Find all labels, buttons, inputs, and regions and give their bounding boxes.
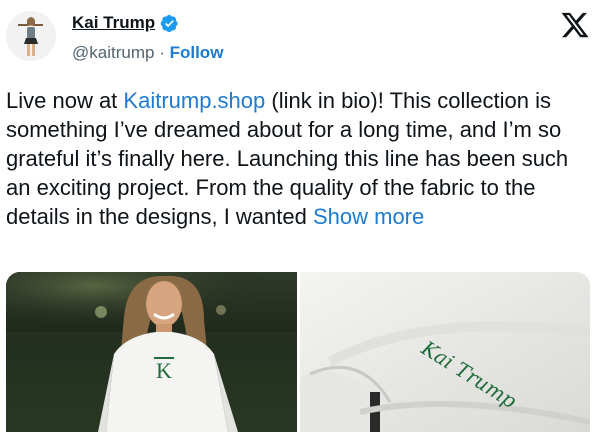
separator-dot: · [159, 43, 165, 62]
shop-link[interactable]: Kaitrump.shop [123, 88, 265, 113]
tweet-card: Kai Trump @kaitrump · Follow Live now at… [0, 0, 600, 432]
author-handle-row: @kaitrump · Follow [72, 43, 223, 63]
sweatshirt-logo: K [156, 358, 172, 383]
sleeve-photo-art: Kai Trump [300, 272, 590, 432]
verified-badge-icon [160, 14, 178, 32]
tweet-text-intro: Live now at [6, 88, 124, 113]
media-grid: K Kai Trump [6, 272, 590, 432]
model-photo-art: K [6, 272, 297, 432]
avatar[interactable] [6, 11, 56, 61]
author-name-row: Kai Trump [72, 13, 179, 33]
media-photo-model[interactable]: K [6, 272, 297, 432]
show-more-link[interactable]: Show more [313, 204, 424, 229]
media-photo-sleeve[interactable]: Kai Trump [300, 272, 590, 432]
avatar-photo [6, 11, 56, 61]
author-handle[interactable]: @kaitrump [72, 43, 154, 62]
x-logo-icon[interactable] [560, 10, 590, 40]
follow-button[interactable]: Follow [170, 43, 224, 62]
author-display-name[interactable]: Kai Trump [72, 13, 155, 33]
tweet-text: Live now at Kaitrump.shop (link in bio)!… [6, 86, 594, 231]
